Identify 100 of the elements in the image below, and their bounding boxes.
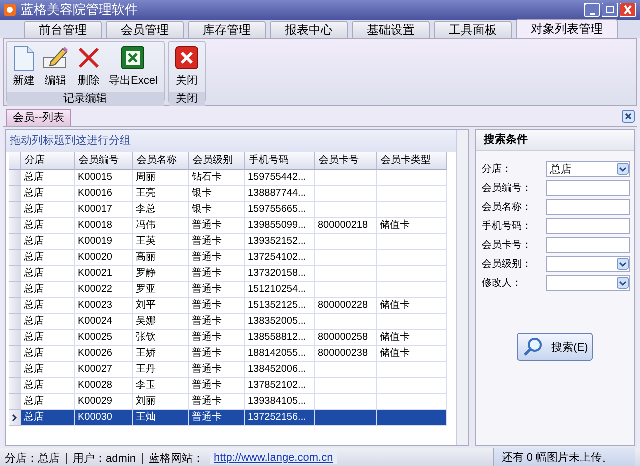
menu-tab[interactable]: 前台管理 [24,21,102,38]
table-cell: 139855099... [245,218,315,234]
table-cell [315,410,377,426]
table-cell: 罗静 [133,266,189,282]
app-logo-icon [4,4,16,16]
table-cell: 800000228 [315,298,377,314]
dropdown-field[interactable] [546,275,630,291]
table-cell: K00024 [75,314,133,330]
menu-tab[interactable]: 库存管理 [188,21,266,38]
table-cell: 钻石卡 [189,170,245,186]
maximize-button[interactable] [602,3,618,17]
table-cell [377,170,447,186]
input-field[interactable] [546,237,630,253]
upload-status: 还有 0 幅图片未上传。 [492,448,635,466]
field-label: 会员名称： [482,201,532,214]
close-icon [174,46,199,70]
table-cell [377,410,447,426]
table-cell: 总店 [21,282,75,298]
table-cell: K00021 [75,266,133,282]
menu-tab[interactable]: 工具面板 [434,21,512,38]
table-cell: 李总 [133,202,189,218]
table-cell: 总店 [21,298,75,314]
row-header [9,152,21,170]
input-field[interactable] [546,199,630,215]
table-cell: 王亮 [133,186,189,202]
table-cell: 普通卡 [189,218,245,234]
table-cell [315,362,377,378]
column-header[interactable]: 分店 [21,152,75,170]
table-cell: 普通卡 [189,362,245,378]
table-cell: 普通卡 [189,378,245,394]
status-text: 蓝格网站： [148,452,204,466]
table-cell [377,250,447,266]
column-header[interactable]: 会员卡号 [315,152,377,170]
dropdown-field[interactable] [546,256,630,272]
table-cell: K00020 [75,250,133,266]
table-cell: 普通卡 [189,330,245,346]
toolbar-button[interactable]: 导出Excel [106,44,161,90]
toolbar-button[interactable]: 新建 [10,44,38,90]
table-cell: 总店 [21,346,75,362]
search-icon [522,336,544,358]
panel-title: 搜索条件 [476,130,634,151]
spreadsheet-icon [121,46,146,70]
column-header[interactable]: 会员级别 [189,152,245,170]
minimize-button[interactable] [584,3,600,17]
column-header[interactable]: 会员卡类型 [377,152,447,170]
new-document-icon [13,46,35,72]
table-cell: 银卡 [189,186,245,202]
table-cell: 139352152... [245,234,315,250]
column-header[interactable]: 手机号码 [245,152,315,170]
table-cell: 吴娜 [133,314,189,330]
table-cell: 普通卡 [189,410,245,426]
menu-tab[interactable]: 对象列表管理 [516,19,618,38]
search-button[interactable]: 搜索(E) [516,333,594,361]
table-cell: K00023 [75,298,133,314]
table-cell: 储值卡 [377,298,447,314]
table-cell: 李玉 [133,378,189,394]
table-cell: K00025 [75,330,133,346]
table-cell: 普通卡 [189,346,245,362]
menu-tab[interactable]: 会员管理 [106,21,184,38]
field-label: 手机号码： [482,220,532,233]
table-cell: 普通卡 [189,314,245,330]
table-cell: K00030 [75,410,133,426]
document-tab[interactable]: 会员--列表 [6,109,72,126]
table-cell: 总店 [21,330,75,346]
menu-tab[interactable]: 报表中心 [270,21,348,38]
table-cell: 总店 [21,410,75,426]
table-cell: 罗亚 [133,282,189,298]
table-cell [315,314,377,330]
column-header[interactable]: 会员名称 [133,152,189,170]
table-cell [377,266,447,282]
field-label: 修改人： [482,277,522,290]
table-cell: 137254102... [245,250,315,266]
table-cell: 普通卡 [189,282,245,298]
row-header[interactable] [9,410,21,426]
dropdown-field[interactable]: 总店 [546,161,630,177]
table-cell: 800000258 [315,330,377,346]
menu-tab[interactable]: 基础设置 [352,21,430,38]
website-link[interactable]: http://www.lange.com.cn [210,452,338,464]
table-cell: 188142055... [245,346,315,362]
row-pointer-icon [12,414,18,422]
column-header[interactable]: 会员编号 [75,152,133,170]
input-field[interactable] [546,218,630,234]
table-cell [315,378,377,394]
status-text: 用户：admin [73,452,136,466]
table-cell: 总店 [21,250,75,266]
toolbar-button[interactable]: 关闭 [172,44,202,90]
table-cell: K00015 [75,170,133,186]
table-cell: 王英 [133,234,189,250]
table-cell: 总店 [21,186,75,202]
table-cell: 总店 [21,170,75,186]
table-cell: 储值卡 [377,346,447,362]
table-cell: 138558812... [245,330,315,346]
toolbar-button[interactable]: 编辑 [40,44,72,90]
table-cell: K00022 [75,282,133,298]
toolbar-button[interactable]: 删除 [74,44,104,90]
input-field[interactable] [546,180,630,196]
table-cell: 冯伟 [133,218,189,234]
close-button[interactable] [622,110,635,123]
table-cell [377,186,447,202]
scrollbar[interactable] [456,130,468,445]
